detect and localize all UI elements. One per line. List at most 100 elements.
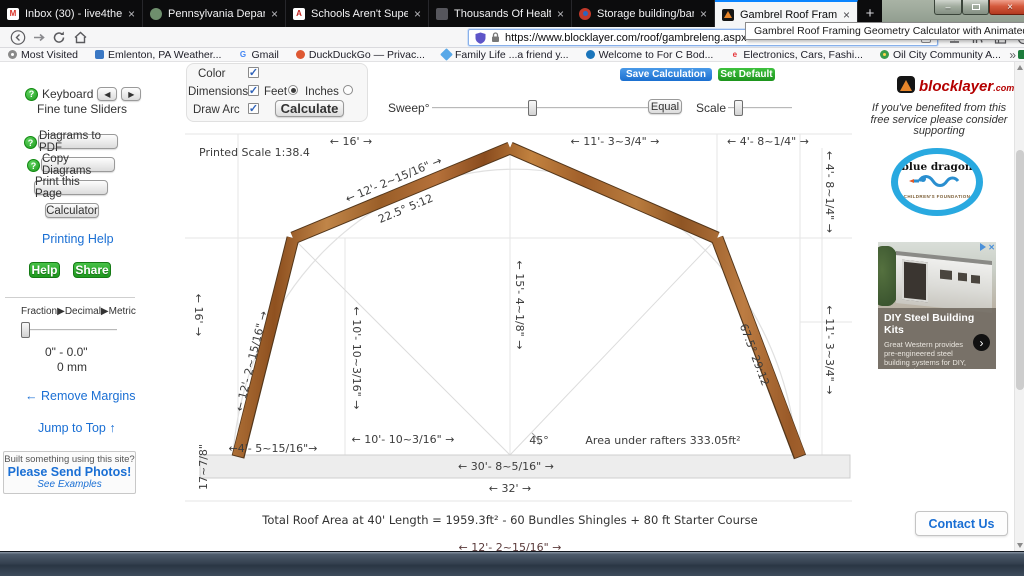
- scroll-up-arrow[interactable]: [1017, 65, 1023, 70]
- scale-label: Scale: [696, 101, 726, 115]
- tab-close-icon[interactable]: ×: [700, 7, 707, 21]
- remove-margins-link[interactable]: ← Remove Margins: [25, 389, 135, 403]
- scroll-down-arrow[interactable]: [1017, 543, 1023, 548]
- tab-close-icon[interactable]: ×: [557, 7, 564, 21]
- dim-top-upper-run: ← 11'- 3~3/4" →: [571, 135, 660, 148]
- back-icon[interactable]: [10, 30, 26, 45]
- close-button[interactable]: ×: [989, 0, 1024, 15]
- bookmark-ebay[interactable]: eElectronics, Cars, Fashi...: [730, 49, 863, 61]
- bookmark-weather[interactable]: Emlenton, PA Weather...: [95, 49, 221, 61]
- forum-icon: [586, 50, 595, 59]
- dragon-sub: CHILDREN'S FOUNDATION: [898, 194, 976, 199]
- send-photos-link[interactable]: Please Send Photos!: [4, 465, 135, 479]
- minimize-button[interactable]: –: [934, 0, 962, 15]
- bookmark-most-visited[interactable]: Most Visited: [8, 49, 78, 61]
- ad-photo-building: [896, 251, 992, 313]
- home-icon[interactable]: [73, 30, 89, 45]
- bookmark-oil-city[interactable]: Oil City Community A...: [880, 49, 1001, 61]
- bank-icon: [1018, 50, 1024, 59]
- tab-close-icon[interactable]: ×: [843, 8, 850, 22]
- keyboard-right-button[interactable]: ▶: [121, 87, 141, 101]
- calculator-button[interactable]: Calculator: [45, 203, 99, 218]
- ad-close-icon[interactable]: ✕: [988, 243, 995, 252]
- keyboard-left-button[interactable]: ◀: [97, 87, 117, 101]
- reload-icon[interactable]: [52, 30, 68, 45]
- forward-icon[interactable]: [32, 30, 48, 45]
- copy-diagrams-button[interactable]: Copy Diagrams: [41, 157, 115, 172]
- bookmark-duckduckgo[interactable]: DuckDuckGo — Privac...: [296, 49, 425, 61]
- printing-help-link[interactable]: Printing Help: [42, 232, 114, 246]
- save-calculation-button[interactable]: Save Calculation: [620, 68, 712, 81]
- taskbar: [0, 551, 1024, 576]
- fine-tune-label: Fine tune Sliders: [37, 102, 127, 116]
- ad-arrow-button[interactable]: ›: [973, 334, 990, 351]
- bookmark-label: Electronics, Cars, Fashi...: [743, 49, 863, 61]
- blue-dragon-logo[interactable]: blue dragon CHILDREN'S FOUNDATION: [891, 148, 983, 216]
- support-text: If you've benefited from this free servi…: [866, 103, 1012, 138]
- angle-45-label: 45°: [529, 434, 549, 447]
- tab-title: Inbox (30) - live4theking@gma: [25, 8, 122, 20]
- google-icon: G: [238, 50, 247, 59]
- feet-radio[interactable]: [288, 85, 298, 95]
- bookmark-gmail[interactable]: G Gmail: [238, 49, 278, 61]
- help-icon[interactable]: ?: [27, 159, 40, 172]
- dimensions-label: Dimensions: [188, 86, 248, 98]
- draw-arc-label: Draw Arc: [193, 104, 240, 116]
- color-checkbox[interactable]: ✓: [248, 67, 259, 78]
- blocklayer-favicon: [722, 9, 734, 21]
- diagrams-to-pdf-button[interactable]: Diagrams to PDF: [38, 134, 118, 149]
- print-page-button[interactable]: Print this Page: [34, 180, 108, 195]
- bookmark-label: Gmail: [251, 49, 278, 61]
- set-default-button[interactable]: Set Default: [718, 68, 775, 81]
- help-button[interactable]: Help: [29, 262, 60, 278]
- see-examples-link[interactable]: See Examples: [4, 479, 135, 490]
- page-scrollbar[interactable]: [1014, 62, 1024, 551]
- community-icon: [880, 50, 889, 59]
- scrollbar-thumb[interactable]: [1016, 150, 1024, 390]
- units-slider-thumb[interactable]: [21, 322, 30, 338]
- calculate-button[interactable]: Calculate: [275, 100, 344, 117]
- help-icon[interactable]: ?: [24, 136, 37, 149]
- scale-slider-thumb[interactable]: [734, 100, 743, 116]
- lock-icon: [491, 32, 500, 43]
- adchoices-icon[interactable]: [980, 243, 986, 251]
- tab-storage-building[interactable]: Storage building/barn | For C B ×: [572, 0, 715, 27]
- desktop: M Inbox (30) - live4theking@gma × Pennsy…: [0, 0, 1024, 576]
- bookmark-label: DuckDuckGo — Privac...: [309, 49, 425, 61]
- contact-us-button[interactable]: Contact Us: [915, 511, 1008, 536]
- tab-close-icon[interactable]: ×: [271, 7, 278, 21]
- gmail-favicon: M: [7, 8, 19, 20]
- help-icon[interactable]: ?: [25, 88, 38, 101]
- tab-health-experts[interactable]: Thousands Of Health Experts S ×: [429, 0, 572, 27]
- sweep-slider-track[interactable]: [432, 107, 658, 109]
- feet-label: Feet: [264, 86, 287, 98]
- bookmark-forcbodies[interactable]: Welcome to For C Bod...: [586, 49, 714, 61]
- tab-close-icon[interactable]: ×: [414, 7, 421, 21]
- equal-button[interactable]: Equal: [648, 99, 682, 114]
- sweep-slider-thumb[interactable]: [528, 100, 537, 116]
- tab-pennsylvania[interactable]: Pennsylvania Department of th ×: [143, 0, 286, 27]
- dimensions-checkbox[interactable]: ✓: [248, 85, 259, 96]
- tab-title: Schools Aren't Super-Spreaders: [311, 8, 408, 20]
- bookmarks-overflow-chevron[interactable]: »: [1009, 48, 1016, 62]
- bookmark-family-life[interactable]: Family Life ...a friend y...: [442, 49, 569, 61]
- units-slider-track[interactable]: [22, 329, 117, 331]
- bookmark-label: Welcome to For C Bod...: [599, 49, 714, 61]
- draw-arc-checkbox[interactable]: ✓: [248, 103, 259, 114]
- tab-inbox[interactable]: M Inbox (30) - live4theking@gma ×: [0, 0, 143, 27]
- dim-top-half: ← 16' →: [330, 135, 372, 148]
- inches-radio[interactable]: [343, 85, 353, 95]
- tab-title: Storage building/barn | For C B: [597, 8, 694, 20]
- weather-icon: [95, 50, 104, 59]
- ad-banner[interactable]: DIY Steel Building Kits Great Western pr…: [878, 242, 996, 369]
- tab-close-icon[interactable]: ×: [128, 7, 135, 21]
- dim-right-lower: ← 11'- 3~3/4" →: [823, 306, 836, 395]
- share-button[interactable]: Share: [73, 262, 111, 278]
- dim-bottom-lower-run: ←4'- 5~15/16"→: [229, 442, 318, 455]
- maximize-button[interactable]: [962, 0, 989, 15]
- bookmark-farmers-bank[interactable]: Farmers National Bank: [1018, 49, 1024, 61]
- adchoices-controls: ✕: [980, 243, 995, 252]
- sidebar-divider: [5, 297, 135, 298]
- jump-to-top-link[interactable]: Jump to Top ↑: [38, 421, 116, 435]
- tab-schools[interactable]: A Schools Aren't Super-Spreaders ×: [286, 0, 429, 27]
